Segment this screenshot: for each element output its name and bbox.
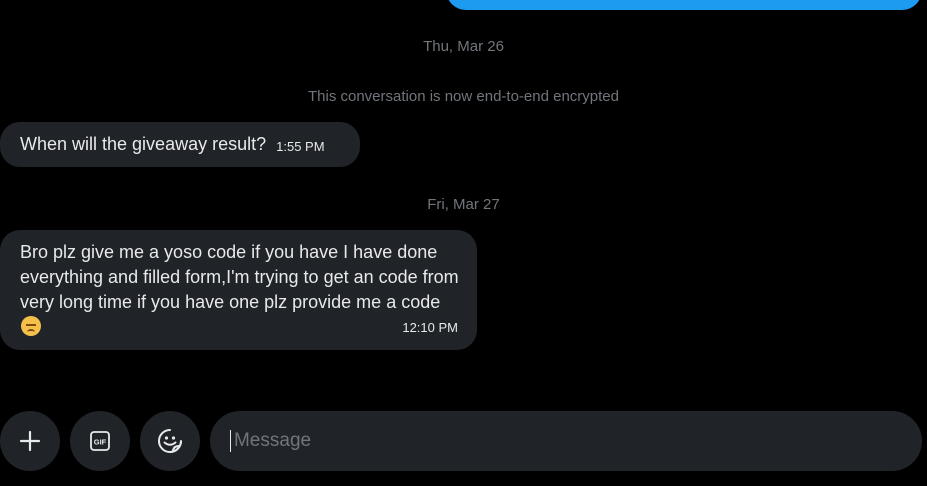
received-message-bubble[interactable]: When will the giveaway result? 1:55 PM <box>0 122 360 167</box>
message-composer: GIF <box>0 410 927 472</box>
svg-text:GIF: GIF <box>94 438 107 447</box>
received-message-bubble[interactable]: Bro plz give me a yoso code if you have … <box>0 230 477 350</box>
message-input[interactable] <box>231 429 902 453</box>
emoji-button[interactable] <box>140 411 200 471</box>
gif-button[interactable]: GIF <box>70 411 130 471</box>
add-attachment-button[interactable] <box>0 411 60 471</box>
message-input-container[interactable] <box>210 411 922 471</box>
date-separator: Thu, Mar 26 <box>423 38 504 55</box>
message-text-wrap: Bro plz give me a yoso code if you have … <box>20 240 460 340</box>
plus-icon <box>19 430 41 452</box>
date-separator: Fri, Mar 27 <box>427 196 500 213</box>
disappointed-face-emoji-icon <box>21 316 41 336</box>
sent-message-bubble[interactable] <box>446 0 922 10</box>
text-cursor <box>230 430 231 452</box>
gif-icon: GIF <box>90 431 110 451</box>
emoji-icon <box>158 429 182 453</box>
message-text: When will the giveaway result? <box>20 134 267 154</box>
message-text: Bro plz give me a yoso code if you have … <box>20 242 459 312</box>
encryption-notice: This conversation is now end-to-end encr… <box>307 88 619 105</box>
message-timestamp: 1:55 PM <box>276 139 325 154</box>
dm-conversation: Thu, Mar 26 This conversation is now end… <box>0 0 927 486</box>
message-timestamp: 12:10 PM <box>402 320 458 335</box>
